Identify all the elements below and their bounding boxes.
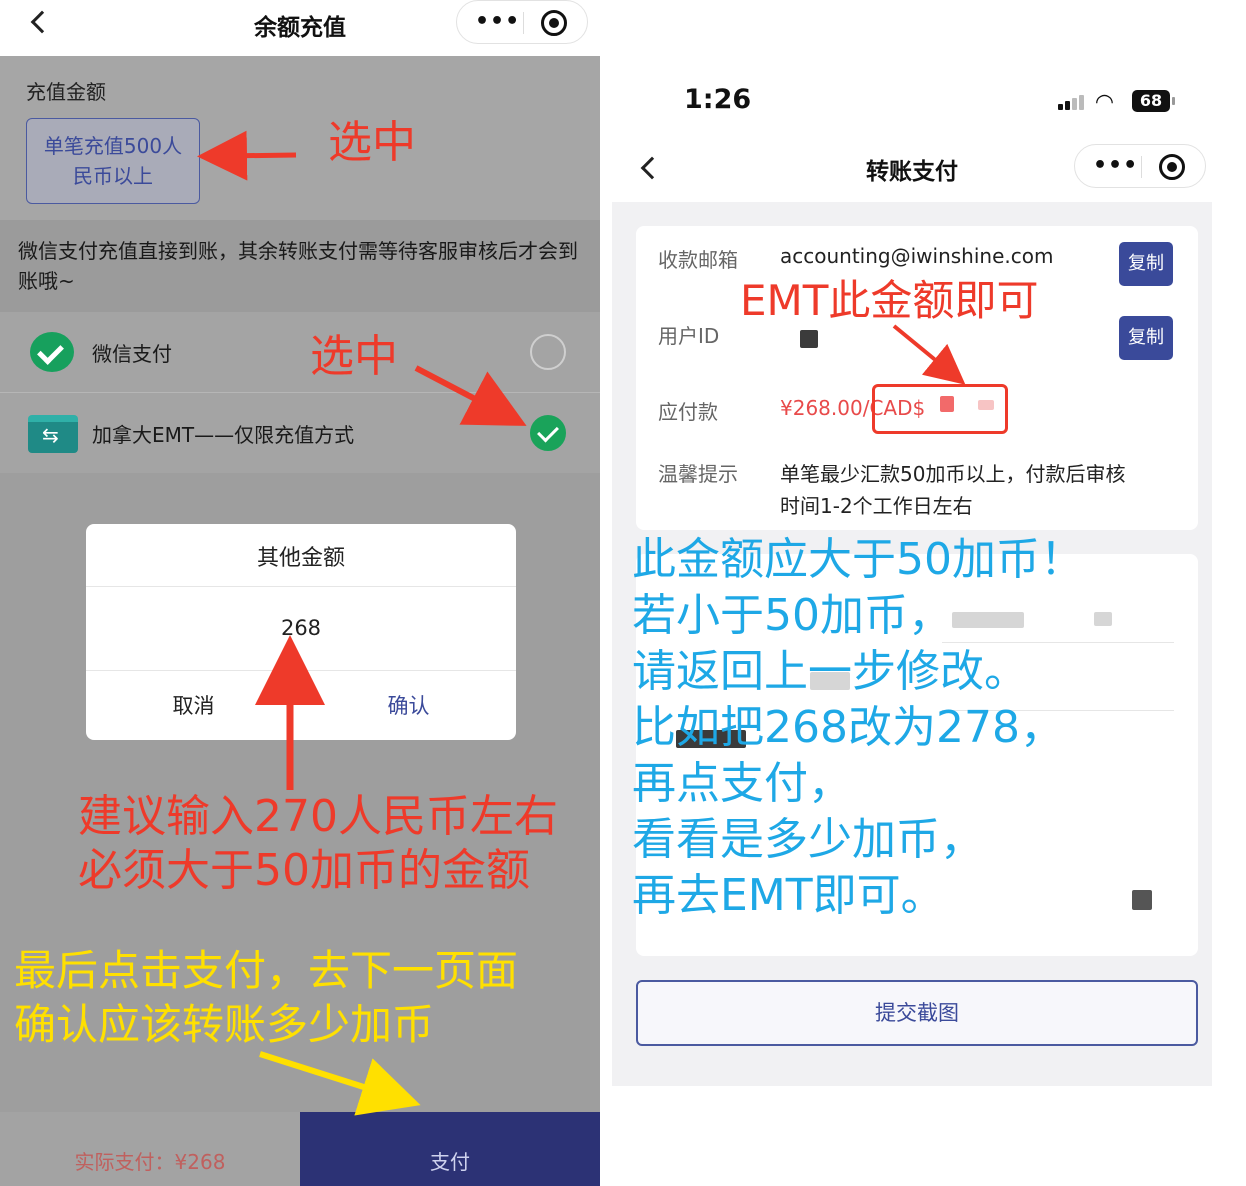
annotation-blue-line: 看看是多少加币， (632, 814, 984, 865)
arrow-to-emt-radio (414, 365, 527, 426)
annotation-blue-line: 比如把268改为278， (632, 702, 1064, 753)
annotation-blue-line: 此金额应大于50加币！ (632, 534, 1084, 585)
arrow-to-pay-button (259, 1051, 421, 1116)
arrow-to-cad-amount (892, 324, 966, 385)
arrow-to-amount-option (197, 130, 297, 181)
left-screen: 余额充值 ••• 充值金额 单笔充值500人 民币以上 微信支付充值直接到账，其… (0, 0, 600, 1186)
annotation-blue-line: 请返回上一步修改。 (632, 646, 1028, 697)
annotation-blue-line: 若小于50加币， (632, 590, 952, 641)
annotation-blue-line: 再去EMT即可。 (632, 870, 945, 921)
annotation-arrows (197, 130, 527, 1116)
annotation-blue-line: 再点支付， (632, 758, 852, 809)
